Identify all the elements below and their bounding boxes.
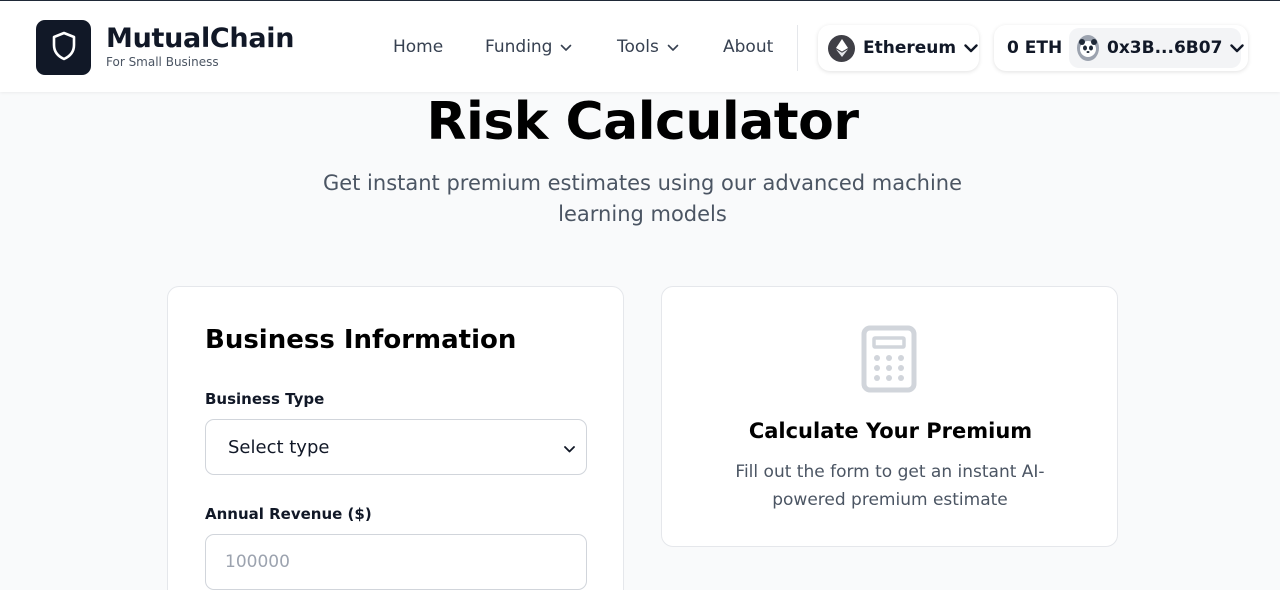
wallet-address: 0x3B...6B07 bbox=[1107, 38, 1223, 58]
logo[interactable] bbox=[36, 20, 91, 75]
network-name: Ethereum bbox=[863, 38, 957, 58]
calculator-icon bbox=[861, 325, 917, 397]
chevron-down-icon bbox=[964, 38, 978, 58]
business-type-select[interactable]: Select type bbox=[205, 419, 587, 475]
nav-tools[interactable]: Tools bbox=[617, 37, 679, 57]
nav-tools-label: Tools bbox=[617, 37, 659, 57]
account-button[interactable]: 0x3B...6B07 bbox=[1069, 28, 1245, 68]
panda-avatar-icon bbox=[1077, 35, 1099, 61]
business-type-value: Select type bbox=[228, 436, 330, 458]
calculate-premium-title: Calculate Your Premium bbox=[748, 419, 1033, 443]
chevron-down-icon bbox=[564, 437, 575, 458]
nav-about[interactable]: About bbox=[723, 37, 773, 57]
business-info-title: Business Information bbox=[205, 325, 517, 355]
nav-about-label: About bbox=[723, 37, 774, 57]
business-info-card: Business Information Business Type Selec… bbox=[167, 286, 624, 590]
page-subtitle: Get instant premium estimates using our … bbox=[322, 171, 963, 226]
network-selector[interactable]: Ethereum bbox=[818, 25, 979, 71]
nav-funding[interactable]: Funding bbox=[485, 37, 572, 57]
page-title: Risk Calculator bbox=[426, 92, 859, 152]
nav-divider bbox=[797, 25, 798, 71]
brand-name[interactable]: MutualChain bbox=[106, 23, 294, 54]
chevron-down-icon bbox=[560, 37, 572, 57]
annual-revenue-input[interactable] bbox=[205, 534, 587, 590]
annual-revenue-label: Annual Revenue ($) bbox=[205, 505, 372, 523]
nav-home[interactable]: Home bbox=[393, 37, 443, 57]
account-widget: 0 ETH 0x3B...6B07 bbox=[994, 25, 1248, 71]
nav-home-label: Home bbox=[393, 37, 444, 57]
business-type-label: Business Type bbox=[205, 390, 325, 408]
shield-icon bbox=[51, 31, 77, 65]
premium-result-card: Calculate Your Premium Fill out the form… bbox=[661, 286, 1118, 547]
chevron-down-icon bbox=[1230, 38, 1245, 58]
calculate-premium-description: Fill out the form to get an instant AI-p… bbox=[735, 462, 1045, 510]
nav-funding-label: Funding bbox=[485, 37, 553, 57]
chevron-down-icon bbox=[667, 37, 679, 57]
top-navbar: MutualChain For Small Business Home Fund… bbox=[0, 0, 1280, 92]
balance-display[interactable]: 0 ETH bbox=[1007, 38, 1062, 58]
ethereum-icon bbox=[828, 34, 855, 62]
brand-tagline: For Small Business bbox=[106, 55, 219, 69]
